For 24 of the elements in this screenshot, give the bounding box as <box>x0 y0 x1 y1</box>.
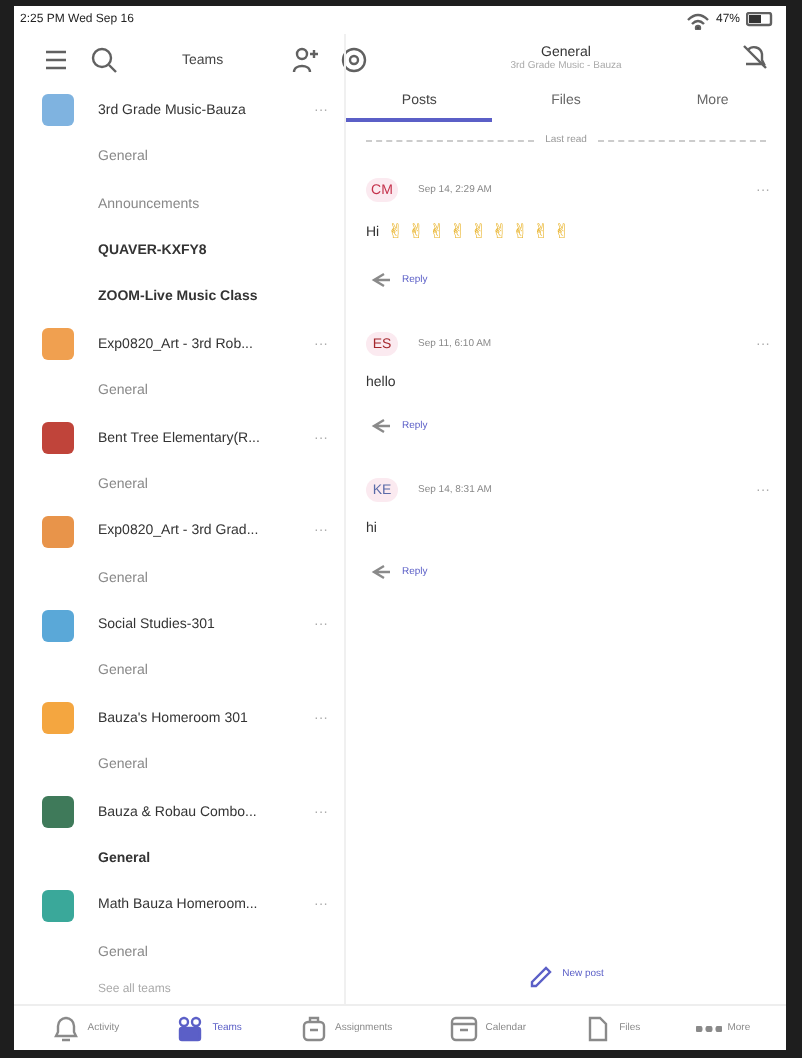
bell-off-icon[interactable] <box>740 42 770 72</box>
calendar-icon <box>447 1013 480 1043</box>
hand-emoji: ✌ <box>408 222 425 244</box>
reply-arrow-icon[interactable] <box>366 560 390 584</box>
reply-arrow-icon[interactable] <box>366 414 390 438</box>
bell-icon <box>49 1013 82 1043</box>
battery-icon[interactable] <box>746 12 774 28</box>
hand-emoji: ✌ <box>553 222 571 244</box>
hand-emoji: ✌ <box>532 222 550 244</box>
wifi-icon[interactable] <box>685 11 710 29</box>
menu-icon[interactable] <box>42 46 70 75</box>
hand-emoji: ✌ <box>511 222 529 244</box>
people-icon <box>174 1013 207 1043</box>
hand-emoji: ✌ <box>428 222 446 244</box>
more-icon <box>695 1025 722 1031</box>
settings-icon[interactable] <box>339 46 368 75</box>
search-icon[interactable] <box>90 46 118 75</box>
hand-emoji: ✌ <box>491 222 508 244</box>
hand-emoji: ✌ <box>449 222 467 244</box>
backpack-icon <box>297 1013 330 1043</box>
hand-emoji: ✌ <box>387 222 405 244</box>
add-people-icon[interactable] <box>291 46 320 75</box>
reply-arrow-icon[interactable] <box>366 268 390 292</box>
hand-emoji: ✌ <box>470 222 488 244</box>
